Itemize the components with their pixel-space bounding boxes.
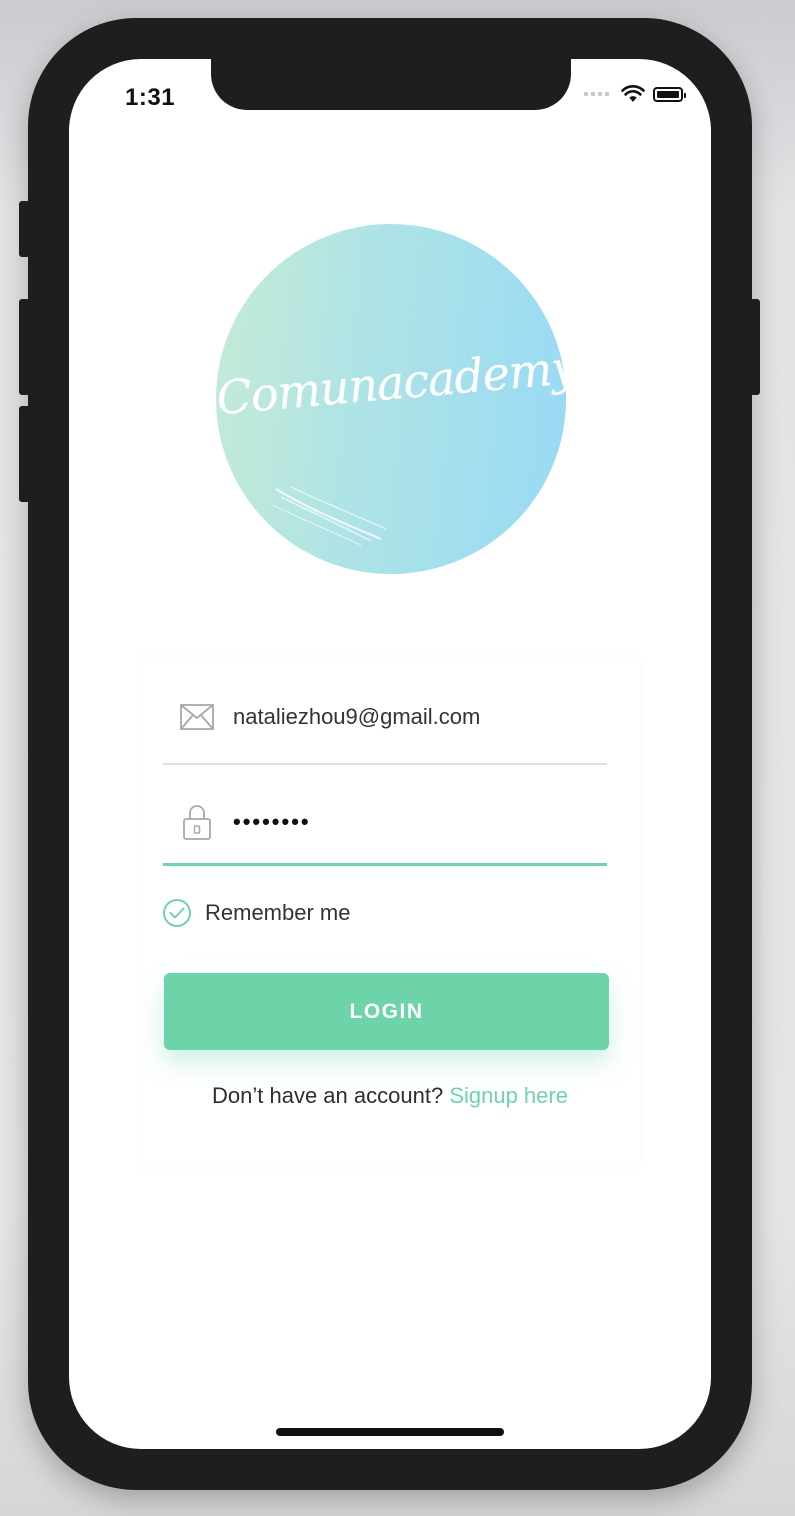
email-underline [163, 763, 607, 765]
remember-me-label: Remember me [205, 900, 351, 925]
checkmark-circle-icon [163, 899, 191, 927]
signup-prompt: Don’t have an account? Signup here [69, 1083, 711, 1109]
battery-icon [653, 86, 686, 102]
password-underline [163, 863, 607, 866]
home-indicator[interactable] [276, 1428, 504, 1436]
envelope-icon [179, 699, 215, 735]
status-icons [584, 85, 686, 103]
password-field[interactable]: •••••••• [163, 792, 607, 852]
app-logo: Comunacademy [204, 212, 578, 586]
remember-me-toggle[interactable]: Remember me [163, 899, 350, 927]
lock-icon [179, 804, 215, 840]
password-value: •••••••• [233, 809, 311, 834]
email-value: nataliezhou9@gmail.com [233, 704, 481, 729]
signup-link[interactable]: Signup here [449, 1083, 568, 1108]
signal-dots-icon [584, 92, 609, 96]
volume-up-button [19, 299, 30, 395]
power-button [750, 299, 760, 395]
volume-down-button [19, 406, 30, 502]
notch [211, 59, 571, 110]
mute-switch [19, 201, 30, 257]
wifi-icon [621, 85, 645, 102]
status-time: 1:31 [125, 84, 176, 111]
logo-brush-strokes [272, 486, 387, 546]
login-button[interactable]: LOGIN [164, 973, 609, 1050]
screen: 1:31 Comunacademy nataliezhou9@gmail.com… [69, 59, 711, 1449]
email-field[interactable]: nataliezhou9@gmail.com [163, 687, 607, 747]
signup-prompt-text: Don’t have an account? [212, 1083, 444, 1108]
